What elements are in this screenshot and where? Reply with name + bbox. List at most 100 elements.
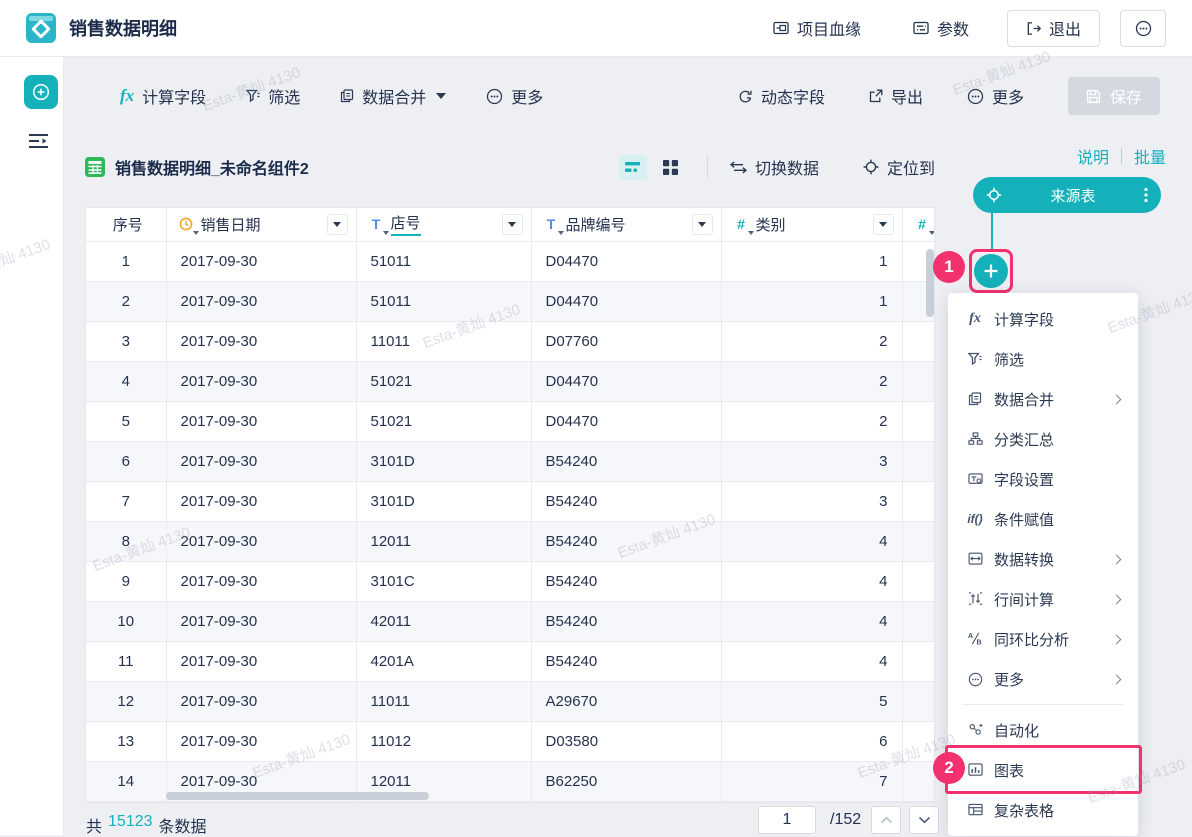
table-row[interactable]: 132017-09-3011012D035806 <box>86 721 934 761</box>
switch-data-button[interactable]: 切换数据 <box>730 155 819 179</box>
menu-item-conditional-assign[interactable]: if() 条件赋值 <box>948 499 1138 539</box>
menu-item-filter[interactable]: 筛选 <box>948 339 1138 379</box>
circle-plus-icon <box>31 82 51 102</box>
svg-text:A: A <box>968 634 973 641</box>
toolbar-more-right-button[interactable]: 更多 <box>967 84 1024 108</box>
cell: 2017-09-30 <box>166 441 356 481</box>
exit-icon <box>1026 21 1041 36</box>
add-component-button[interactable] <box>24 75 58 109</box>
cell <box>902 561 934 601</box>
cell <box>902 761 934 801</box>
cell: 4 <box>721 601 902 641</box>
more-circle-icon <box>967 88 984 105</box>
save-button[interactable]: 保存 <box>1068 77 1160 115</box>
outline-icon <box>28 133 63 149</box>
menu-item-complex-table[interactable]: 复杂表格 <box>948 790 1138 830</box>
cell: 11011 <box>356 681 531 721</box>
menu-item-group-summary[interactable]: 分类汇总 <box>948 419 1138 459</box>
calc-field-button[interactable]: fx 计算字段 <box>120 84 206 108</box>
horizontal-scrollbar[interactable] <box>166 792 429 800</box>
list-view-toggle[interactable] <box>619 155 647 180</box>
grid-view-toggle[interactable] <box>657 155 685 180</box>
outline-toggle-button[interactable] <box>28 133 63 149</box>
exit-button[interactable]: 退出 <box>1007 10 1100 47</box>
vertical-scrollbar[interactable] <box>926 249 934 317</box>
number-type-icon[interactable]: # <box>734 217 749 232</box>
menu-item-calc-field[interactable]: fx 计算字段 <box>948 299 1138 339</box>
cell: 2017-09-30 <box>166 721 356 761</box>
table-row[interactable]: 82017-09-3012011B542404 <box>86 521 934 561</box>
column-dropdown-button[interactable] <box>327 214 348 235</box>
edit-toolbar: fx 计算字段 筛选 数据合并 更多 动态字段 导出 更多 保存 <box>64 57 1192 135</box>
table-row[interactable]: 42017-09-3051021D044702 <box>86 361 934 401</box>
menu-item-data-transform[interactable]: 数据转换 <box>948 539 1138 579</box>
cell <box>902 481 934 521</box>
batch-link[interactable]: 批量 <box>1134 144 1166 168</box>
grid-view-icon <box>663 160 678 175</box>
field-settings-icon <box>966 472 984 485</box>
toolbar-more-left-button[interactable]: 更多 <box>486 84 543 108</box>
cell: 51011 <box>356 241 531 281</box>
page-input[interactable] <box>758 806 816 834</box>
cell: 3 <box>721 481 902 521</box>
menu-label: 行间计算 <box>994 589 1054 610</box>
dynamic-field-button[interactable]: 动态字段 <box>738 84 825 108</box>
app-logo-icon <box>26 13 56 43</box>
menu-item-data-merge[interactable]: 数据合并 <box>948 379 1138 419</box>
chevron-right-icon <box>1112 594 1122 604</box>
cell: 4 <box>721 521 902 561</box>
menu-item-row-calc[interactable]: 行间计算 <box>948 579 1138 619</box>
page-down-button[interactable] <box>909 806 939 834</box>
table-row[interactable]: 22017-09-3051011D044701 <box>86 281 934 321</box>
explain-link[interactable]: 说明 <box>1077 144 1109 168</box>
data-merge-button[interactable]: 数据合并 <box>340 84 446 108</box>
number-type-icon[interactable]: # <box>915 217 930 232</box>
cell: 5 <box>721 681 902 721</box>
table-row[interactable]: 12017-09-3051011D044701 <box>86 241 934 281</box>
node-connector-line <box>991 213 993 251</box>
params-button[interactable]: 参数 <box>913 16 969 40</box>
navbar-more-button[interactable] <box>1120 10 1166 47</box>
params-label: 参数 <box>937 16 969 40</box>
menu-item-more[interactable]: 更多 <box>948 659 1138 699</box>
column-dropdown-button[interactable] <box>692 214 713 235</box>
menu-item-yoy-analysis[interactable]: AB 同环比分析 <box>948 619 1138 659</box>
cell: 1 <box>86 241 166 281</box>
text-type-icon[interactable]: T <box>544 217 559 232</box>
cell: 3101D <box>356 481 531 521</box>
cell: 2017-09-30 <box>166 641 356 681</box>
cell: 2017-09-30 <box>166 361 356 401</box>
chevron-right-icon <box>1112 674 1122 684</box>
cell: 51021 <box>356 401 531 441</box>
cell: 2017-09-30 <box>166 241 356 281</box>
date-type-icon[interactable] <box>179 217 194 232</box>
table-row[interactable]: 122017-09-3011011A296705 <box>86 681 934 721</box>
locate-button[interactable]: 定位到 <box>863 155 935 179</box>
list-view-icon <box>625 161 640 173</box>
table-row[interactable]: 32017-09-3011011D077602 <box>86 321 934 361</box>
table-row[interactable]: 72017-09-303101DB542403 <box>86 481 934 521</box>
cell: 3 <box>86 321 166 361</box>
column-dropdown-button[interactable] <box>502 214 523 235</box>
filter-button[interactable]: 筛选 <box>246 84 300 108</box>
text-type-icon[interactable]: T <box>369 217 384 232</box>
menu-item-automation[interactable]: 自动化 <box>948 710 1138 750</box>
menu-item-chart[interactable]: 图表 <box>948 750 1138 790</box>
export-button[interactable]: 导出 <box>869 84 923 108</box>
menu-item-field-settings[interactable]: 字段设置 <box>948 459 1138 499</box>
save-label: 保存 <box>1110 84 1142 108</box>
cell: B54240 <box>531 441 721 481</box>
table-row[interactable]: 112017-09-304201AB542404 <box>86 641 934 681</box>
project-lineage-button[interactable]: 项目血缘 <box>773 16 861 40</box>
page-up-button[interactable] <box>871 806 901 834</box>
column-dropdown-button[interactable] <box>873 214 894 235</box>
export-label: 导出 <box>891 84 923 108</box>
table-row[interactable]: 102017-09-3042011B542404 <box>86 601 934 641</box>
dynamic-field-icon <box>738 89 753 104</box>
table-row[interactable]: 52017-09-3051021D044702 <box>86 401 934 441</box>
table-row[interactable]: 92017-09-303101CB542404 <box>86 561 934 601</box>
table-row[interactable]: 62017-09-303101DB542403 <box>86 441 934 481</box>
kebab-menu-icon[interactable] <box>1144 187 1148 203</box>
source-table-node[interactable]: 来源表 <box>973 177 1161 213</box>
add-step-button[interactable] <box>974 254 1008 288</box>
